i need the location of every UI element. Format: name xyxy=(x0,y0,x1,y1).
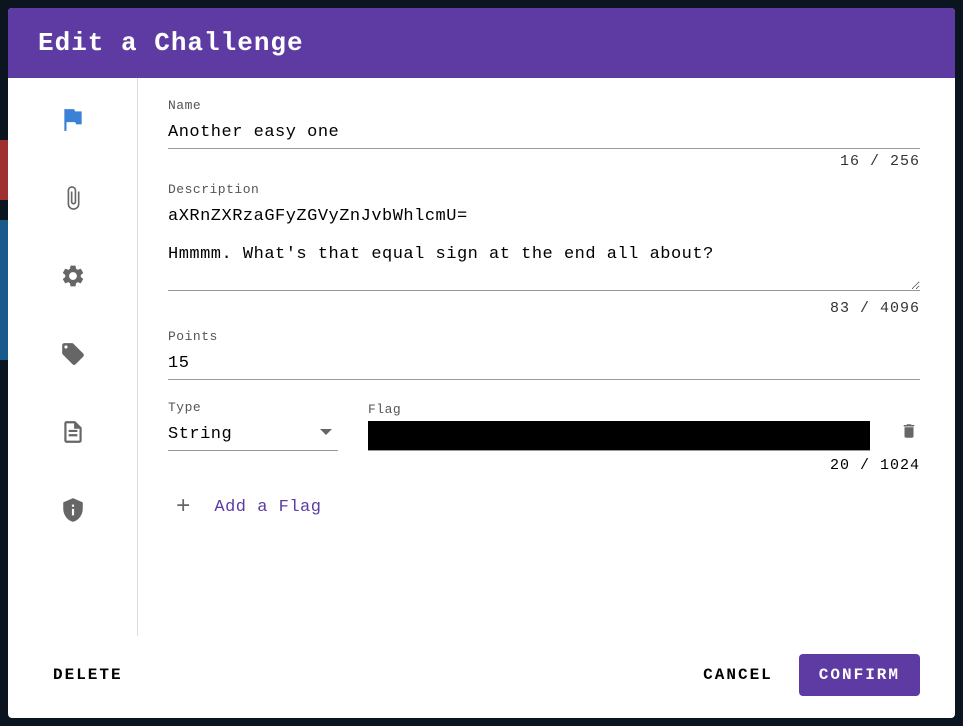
description-counter: 83 / 4096 xyxy=(168,300,920,317)
shield-icon xyxy=(60,497,86,528)
name-counter: 16 / 256 xyxy=(168,153,920,170)
gear-icon xyxy=(60,263,86,294)
confirm-button[interactable]: CONFIRM xyxy=(799,654,920,696)
description-input[interactable]: aXRnZXRzaGFyZGVyZnJvbWhlcmU= Hmmmm. What… xyxy=(168,201,920,291)
name-label: Name xyxy=(168,98,920,113)
modal-footer: DELETE CANCEL CONFIRM xyxy=(8,636,955,718)
modal-title: Edit a Challenge xyxy=(8,8,955,78)
flag-icon xyxy=(60,107,86,138)
paperclip-icon xyxy=(60,185,86,216)
flag-label: Flag xyxy=(368,402,870,417)
add-flag-label: Add a Flag xyxy=(214,498,321,517)
edit-challenge-modal: Edit a Challenge xyxy=(8,8,955,718)
tab-attachments[interactable] xyxy=(59,186,87,214)
modal-sidebar xyxy=(8,78,138,636)
tab-tags[interactable] xyxy=(59,342,87,370)
plus-icon: + xyxy=(176,494,190,521)
flag-type-select[interactable]: String xyxy=(168,419,338,451)
flag-type-value: String xyxy=(168,425,232,444)
points-label: Points xyxy=(168,329,920,344)
description-label: Description xyxy=(168,182,920,197)
tab-privacy[interactable] xyxy=(59,498,87,526)
name-input[interactable] xyxy=(168,117,920,149)
delete-flag-button[interactable] xyxy=(900,427,920,451)
document-icon xyxy=(60,419,86,450)
delete-button[interactable]: DELETE xyxy=(53,666,123,684)
add-flag-button[interactable]: + Add a Flag xyxy=(168,494,920,521)
tag-icon xyxy=(60,341,86,372)
modal-content: Name 16 / 256 Description aXRnZXRzaGFyZG… xyxy=(138,78,955,636)
tab-settings[interactable] xyxy=(59,264,87,292)
chevron-down-icon xyxy=(320,429,332,435)
points-input[interactable] xyxy=(168,348,920,380)
flag-counter: 20 / 1024 xyxy=(168,457,920,474)
cancel-button[interactable]: CANCEL xyxy=(703,666,773,684)
trash-icon xyxy=(900,420,918,447)
flag-input[interactable] xyxy=(368,421,870,451)
tab-basics[interactable] xyxy=(59,108,87,136)
tab-notes[interactable] xyxy=(59,420,87,448)
flag-type-label: Type xyxy=(168,400,338,415)
